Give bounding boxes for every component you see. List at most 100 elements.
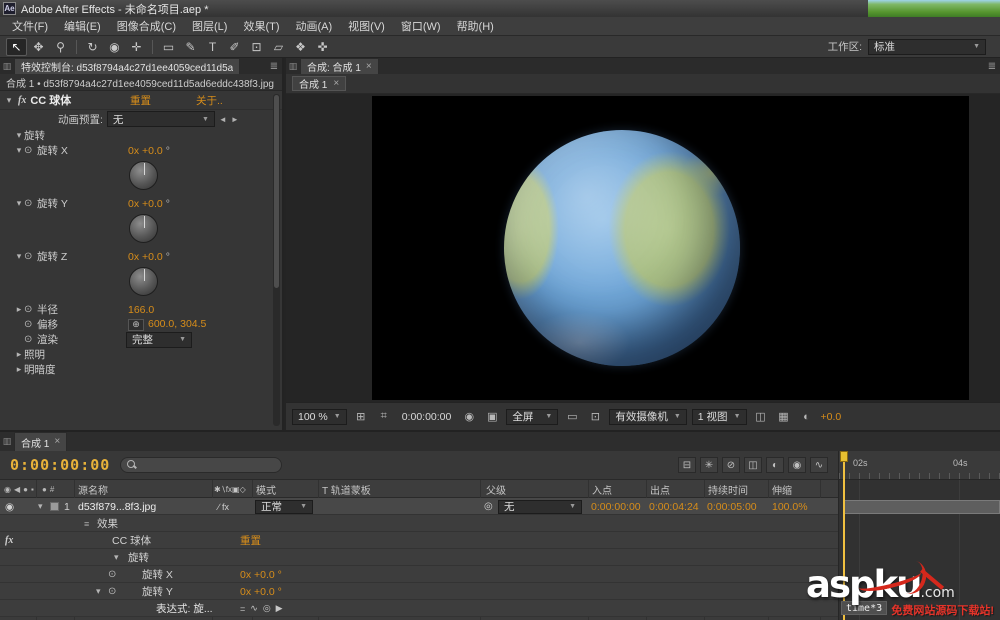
effects-group-row[interactable]: ≡ 效果	[0, 515, 838, 532]
auto-keyframe-icon[interactable]: ◉	[788, 457, 806, 473]
menu-file[interactable]: 文件(F)	[4, 18, 56, 34]
current-time-indicator[interactable]	[843, 451, 845, 620]
rotation-x-value[interactable]: 0x +0.0 °	[240, 566, 282, 583]
crosshair-icon[interactable]: ⊕	[128, 319, 144, 331]
scrollbar-thumb[interactable]	[274, 95, 279, 288]
out-header[interactable]: 出点	[650, 480, 670, 498]
layer-duration-value[interactable]: 0:00:05:00	[707, 498, 757, 515]
rotation-group-row[interactable]: ▾ 旋转	[0, 128, 282, 143]
layer-duration-bar[interactable]	[844, 500, 1000, 514]
eye-icon[interactable]: ◉	[5, 498, 14, 515]
clone-stamp-tool-icon[interactable]: ⊡	[246, 38, 267, 56]
rotation-z-value[interactable]: 0x +0.0°	[128, 251, 170, 263]
rotation-y-dial[interactable]	[129, 214, 158, 243]
radius-row[interactable]: ▸ ⊙ 半径 166.0	[0, 302, 282, 317]
frame-blend-icon[interactable]: ◫	[744, 457, 762, 473]
draft-3d-icon[interactable]: ✳	[700, 457, 718, 473]
brush-tool-icon[interactable]: ✐	[224, 38, 245, 56]
roto-brush-tool-icon[interactable]: ❖	[290, 38, 311, 56]
radius-value[interactable]: 166.0	[128, 304, 154, 316]
expression-row[interactable]: 表达式: 旋... = ∿ ◎ ▶	[0, 600, 838, 617]
layer-name[interactable]: d53f879...8f3.jpg	[78, 498, 156, 515]
reset-button[interactable]: 重置	[240, 532, 261, 549]
next-preset-icon[interactable]: ►	[231, 115, 239, 124]
layer-row[interactable]: ◉ ▾ 1 d53f879...8f3.jpg ∕ fx 正常 ▼ ◎ 无 ▼ …	[0, 498, 838, 515]
light-group-row[interactable]: ▸ 照明	[0, 347, 282, 362]
fast-preview-icon[interactable]: ▦	[775, 409, 793, 425]
twirl-right-icon[interactable]: ▸	[14, 349, 24, 360]
parent-dropdown[interactable]: 无 ▼	[498, 498, 582, 515]
twirl-down-icon[interactable]: ▾	[14, 130, 24, 141]
rotation-x-dial[interactable]	[129, 161, 158, 190]
menu-composition[interactable]: 图像合成(C)	[109, 18, 184, 34]
rotation-y-row[interactable]: ▾ ⊙ 旋转 Y 0x +0.0°	[0, 196, 282, 211]
effect-name[interactable]: CC 球体	[30, 92, 71, 108]
expression-pickwhip-icon[interactable]: ◎	[263, 603, 271, 614]
rotation-group-row[interactable]: ▾ 旋转	[0, 549, 838, 566]
menu-animation[interactable]: 动画(A)	[288, 18, 341, 34]
rotation-x-value[interactable]: 0x +0.0°	[128, 145, 170, 157]
expression-enable-icon[interactable]: =	[240, 604, 245, 614]
parent-pickwhip-icon[interactable]: ◎	[484, 498, 493, 515]
offset-row[interactable]: ⊙ 偏移 ⊕600.0, 304.5	[0, 317, 282, 332]
safe-zones-icon[interactable]: ⊞	[352, 409, 370, 425]
render-row[interactable]: ⊙ 渲染 完整 ▼	[0, 332, 282, 347]
twirl-down-icon[interactable]: ▾	[14, 251, 24, 262]
workspace-dropdown[interactable]: 标准 ▼	[868, 39, 986, 55]
stretch-header[interactable]: 伸缩	[772, 480, 792, 498]
layer-stretch-value[interactable]: 100.0%	[772, 498, 808, 515]
menu-edit[interactable]: 编辑(E)	[56, 18, 109, 34]
panel-grip-icon[interactable]: ▥	[0, 58, 14, 74]
hand-tool-icon[interactable]: ✥	[28, 38, 49, 56]
panel-grip-icon[interactable]: ▥	[286, 58, 300, 74]
motion-blur-icon[interactable]: ◐	[766, 457, 784, 473]
stopwatch-icon[interactable]: ⊙	[24, 198, 37, 209]
comp-flowchart-icon[interactable]: ⊟	[678, 457, 696, 473]
in-header[interactable]: 入点	[592, 480, 612, 498]
view-layout-dropdown[interactable]: 1 视图 ▼	[692, 409, 747, 425]
titlebar[interactable]: Ae Adobe After Effects - 未命名项目.aep *	[0, 0, 1000, 17]
stopwatch-icon[interactable]: ⊙	[24, 334, 37, 345]
twirl-right-icon[interactable]: ▸	[14, 364, 24, 375]
duration-header[interactable]: 持续时间	[708, 480, 748, 498]
render-dropdown[interactable]: 完整 ▼	[126, 332, 192, 348]
current-time-display[interactable]: 0:00:00:00	[0, 456, 120, 474]
cc-sphere-label[interactable]: CC 球体	[112, 532, 151, 549]
region-of-interest-icon[interactable]: ▭	[563, 409, 581, 425]
rotation-x-row[interactable]: ⊙ 旋转 X 0x +0.0 °	[0, 566, 838, 583]
grid-icon[interactable]: ⌗	[375, 409, 393, 425]
layer-out-value[interactable]: 0:00:04:24	[649, 498, 699, 515]
selection-tool-icon[interactable]: ↖	[6, 38, 27, 56]
rotate-tool-icon[interactable]: ↻	[82, 38, 103, 56]
timeline-comp-tab[interactable]: 合成 1 ×	[14, 432, 67, 451]
stopwatch-icon[interactable]: ⊙	[24, 319, 37, 330]
active-camera-dropdown[interactable]: 有效摄像机 ▼	[609, 409, 686, 425]
twirl-down-icon[interactable]: ▾	[38, 498, 48, 515]
menu-view[interactable]: 视图(V)	[340, 18, 393, 34]
panel-menu-icon[interactable]: ≣	[266, 58, 282, 74]
current-time-indicator-handle[interactable]	[840, 451, 848, 462]
menu-window[interactable]: 窗口(W)	[393, 18, 449, 34]
effects-group-label[interactable]: 效果	[97, 515, 118, 532]
panel-menu-icon[interactable]: ≣	[984, 58, 1000, 74]
rotation-x-row[interactable]: ▾ ⊙ 旋转 X 0x +0.0°	[0, 143, 282, 158]
about-button[interactable]: 关于..	[196, 93, 223, 108]
menu-help[interactable]: 帮助(H)	[449, 18, 502, 34]
close-icon[interactable]: ×	[366, 62, 372, 72]
pixel-aspect-icon[interactable]: ◫	[752, 409, 770, 425]
camera-tool-icon[interactable]: ◉	[104, 38, 125, 56]
pen-tool-icon[interactable]: ✎	[180, 38, 201, 56]
composition-viewport[interactable]	[286, 94, 1000, 402]
graph-editor-icon[interactable]: ∿	[810, 457, 828, 473]
zoom-tool-icon[interactable]: ⚲	[50, 38, 71, 56]
resolution-dropdown[interactable]: 全屏 ▼	[506, 409, 558, 425]
timeline-track-area[interactable]: 02s 04s time*3	[838, 451, 1000, 620]
exposure-icon[interactable]: ◐	[798, 409, 816, 425]
mask-shape-tool-icon[interactable]: ▭	[158, 38, 179, 56]
close-icon[interactable]: ×	[333, 79, 339, 89]
shy-layers-icon[interactable]: ⊘	[722, 457, 740, 473]
blend-mode-dropdown[interactable]: 正常 ▼	[255, 498, 313, 515]
type-tool-icon[interactable]: T	[202, 38, 223, 56]
stopwatch-icon[interactable]: ⊙	[24, 145, 37, 156]
rotation-y-value[interactable]: 0x +0.0 °	[240, 583, 282, 600]
